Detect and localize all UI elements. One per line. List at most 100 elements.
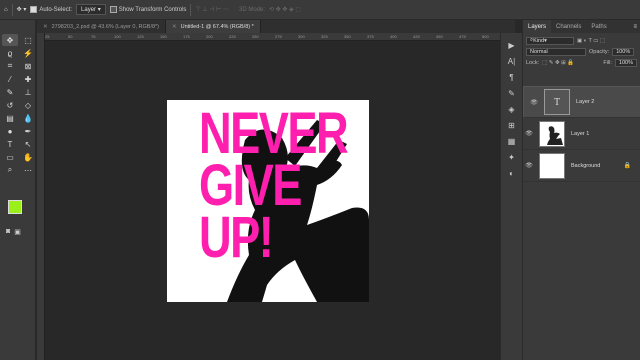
brush-settings-icon[interactable]: ✎ [508, 89, 515, 98]
ruler-tick-label: 475 [459, 34, 466, 39]
type-tool-icon[interactable]: T [2, 138, 18, 150]
screen-mode-icon[interactable]: ▣ [14, 228, 21, 236]
layer-name: Layer 1 [571, 130, 590, 137]
background-layer-thumbnail [539, 152, 565, 179]
eraser-icon[interactable]: ◇ [20, 99, 36, 111]
foreground-color-swatch[interactable] [8, 200, 22, 214]
document-canvas[interactable]: NEVER GIVE UP! [167, 100, 369, 302]
canvas-area[interactable]: NEVER GIVE UP! [45, 41, 515, 360]
brush-tool-icon[interactable]: ✎ [2, 86, 18, 98]
stamp-tool-icon[interactable]: ⊥ [20, 86, 36, 98]
swatches-icon[interactable]: ▦ [508, 137, 516, 146]
panel-icon-dock: ▶ A| ¶ ✎ ◈ ⊞ ▦ ✦ ◐ [500, 33, 522, 360]
layer-name: Background [571, 162, 601, 169]
auto-select-dropdown[interactable]: Layer ▾ [76, 4, 106, 15]
auto-select-checkbox[interactable]: Auto-Select: [30, 5, 73, 14]
opacity-field[interactable]: 100% [612, 47, 635, 56]
lock-label: Lock: [526, 59, 540, 66]
lock-icons[interactable]: ⬚ ✎ ✥ ⊞ 🔒 [542, 60, 574, 66]
frame-tool-icon[interactable]: ⊠ [20, 60, 36, 72]
ruler-tick-label: 450 [436, 34, 443, 39]
panel-menu-icon[interactable]: ≡ [633, 24, 637, 30]
blur-icon[interactable]: 💧 [20, 112, 36, 124]
learn-icon[interactable]: ✦ [508, 153, 515, 162]
divider [190, 3, 192, 16]
align-icons[interactable]: ⊤ ⊥ ⊣ ⊢ ⋯ [195, 6, 229, 13]
auto-select-label: Auto-Select: [39, 7, 73, 14]
tab-paths[interactable]: Paths [586, 20, 611, 33]
close-icon[interactable]: ✕ [172, 24, 177, 30]
layers-panel: Layers Channels Paths ≡ ⌕ Kind ▾ ▣ ◐ T ▭… [522, 20, 640, 360]
quick-mask-icon[interactable]: ◙ [6, 228, 10, 236]
zoom-tool-icon[interactable]: ⌕ [2, 164, 18, 176]
dodge-icon[interactable]: ● [2, 125, 18, 137]
show-transform-checkbox[interactable]: Show Transform Controls [109, 5, 187, 14]
vertical-ruler [37, 33, 45, 360]
layers-icon[interactable]: ◈ [508, 105, 514, 114]
eyedropper-icon[interactable]: ⁄ [2, 73, 18, 85]
visibility-eye-icon[interactable]: 👁 [528, 99, 540, 106]
play-icon[interactable]: ▶ [508, 41, 514, 50]
ruler-tick-label: 400 [390, 34, 397, 39]
tab-layers[interactable]: Layers [523, 20, 552, 33]
adjustments-icon[interactable]: ◐ [509, 169, 514, 178]
magic-wand-icon[interactable]: ⚡ [20, 47, 36, 59]
fill-label: Fill: [603, 59, 612, 66]
tab-channels[interactable]: Channels [551, 20, 586, 33]
move-tool-icon[interactable]: ✥ ▾ [17, 6, 27, 13]
marquee-tool-icon[interactable]: ⬚ [20, 34, 36, 46]
lasso-tool-icon[interactable]: ϱ [2, 47, 18, 59]
close-icon[interactable]: ✕ [43, 24, 48, 30]
libraries-icon[interactable]: ⊞ [508, 121, 515, 130]
layer-row-layer-1[interactable]: 👁 Layer 1 [523, 118, 640, 150]
headline-text[interactable]: NEVER GIVE UP! [199, 105, 349, 270]
ruler-tick-label: 425 [413, 34, 420, 39]
layer-row-layer-2[interactable]: 👁 T Layer 2 [523, 86, 640, 118]
history-brush-icon[interactable]: ↺ [2, 99, 18, 111]
paragraph-icon[interactable]: ¶ [509, 73, 513, 82]
document-tabs: ✕ 2798203_2.psd @ 43.6% (Layer 0, RGB/8*)… [37, 20, 515, 33]
ruler-tick-label: 200 [206, 34, 213, 39]
shape-tool-icon[interactable]: ▭ [2, 151, 18, 163]
ruler-tick-label: 325 [321, 34, 328, 39]
ruler-tick-label: 300 [298, 34, 305, 39]
ruler-tick-label: 250 [252, 34, 259, 39]
ruler-tick-label: 50 [68, 34, 73, 39]
ruler-tick-label: 125 [137, 34, 144, 39]
visibility-eye-icon[interactable]: 👁 [523, 130, 535, 137]
visibility-eye-icon[interactable]: 👁 [523, 162, 535, 169]
ruler-tick-label: 225 [229, 34, 236, 39]
filter-icons[interactable]: ▣ ◐ T ▭ ⬚ [577, 38, 605, 44]
pen-tool-icon[interactable]: ✒ [20, 125, 36, 137]
show-transform-label: Show Transform Controls [118, 7, 187, 14]
ruler-tick-label: 375 [367, 34, 374, 39]
lock-icon: 🔒 [623, 163, 631, 169]
tab-untitled-1[interactable]: ✕ Untitled-1 @ 67.4% (RGB/8) * [166, 20, 261, 33]
ruler-tick-label: 275 [275, 34, 282, 39]
options-bar: ⌂ ✥ ▾ Auto-Select: Layer ▾ Show Transfor… [0, 0, 640, 20]
headline-line-3: UP! [199, 205, 274, 270]
crop-tool-icon[interactable]: ⌗ [2, 60, 18, 72]
gradient-icon[interactable]: ▤ [2, 112, 18, 124]
fill-field[interactable]: 100% [614, 58, 637, 67]
kind-filter[interactable]: ⌕ Kind ▾ [526, 36, 574, 45]
healing-brush-icon[interactable]: ✚ [20, 73, 36, 85]
hand-tool-icon[interactable]: ✋ [20, 151, 36, 163]
more-tools-icon[interactable]: ⋯ [20, 164, 36, 176]
ruler-tick-label: 150 [160, 34, 167, 39]
threed-mode-icons[interactable]: ⟲ ✥ ✥ ◈ ⬚ [269, 6, 301, 13]
layer-row-background[interactable]: 👁 Background 🔒 [523, 150, 640, 182]
blend-mode-dropdown[interactable]: Normal [526, 47, 586, 56]
ruler-tick-label: 100 [114, 34, 121, 39]
threed-mode-label: 3D Mode: [239, 6, 266, 13]
character-icon[interactable]: A| [508, 57, 515, 66]
path-select-icon[interactable]: ↖ [20, 138, 36, 150]
move-tool-icon[interactable]: ✥ [2, 34, 18, 46]
image-layer-thumbnail [539, 120, 565, 147]
tab-2798203[interactable]: ✕ 2798203_2.psd @ 43.6% (Layer 0, RGB/8*) [37, 20, 167, 33]
tools-panel: ✥ ⬚ ϱ ⚡ ⌗ ⊠ ⁄ ✚ ✎ ⊥ ↺ ◇ ▤ 💧 ● ✒ T ↖ ▭ ✋ … [0, 20, 36, 360]
divider [11, 3, 13, 16]
home-icon[interactable]: ⌂ [4, 7, 8, 13]
opacity-label: Opacity: [589, 48, 610, 55]
layer-name: Layer 2 [576, 99, 595, 105]
